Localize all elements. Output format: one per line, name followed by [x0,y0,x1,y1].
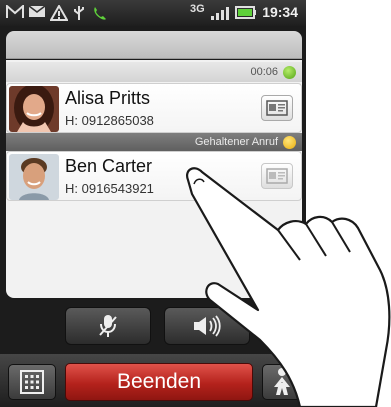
status-bar: 3G 19:34 [0,0,306,26]
held-call-status-row: Gehaltener Anruf [6,133,302,151]
held-call-label: Gehaltener Anruf [194,136,278,148]
dialpad-button[interactable] [8,364,56,400]
network-3g-icon: 3G [190,3,205,15]
status-time: 19:34 [262,4,298,20]
caller-number: H: 0912865038 [65,113,154,128]
call-header [6,31,302,59]
dialpad-icon [20,370,44,394]
usb-icon [72,5,86,21]
active-status-dot [283,66,296,79]
active-call-status-row: 00:06 [6,62,302,82]
mute-button[interactable] [65,307,151,345]
warning-icon [49,3,69,21]
call-timer: 00:06 [250,66,278,78]
caller-number: H: 0916543921 [65,181,154,196]
signal-icon [210,5,230,21]
call-active-icon [92,5,110,21]
held-status-dot [283,136,296,149]
avatar [9,86,59,132]
avatar [9,154,59,200]
gmail-icon [6,3,24,21]
microphone-mute-icon [99,315,117,337]
message-icon [28,5,46,21]
caller-name: Alisa Pritts [65,88,151,108]
contact-card-button[interactable] [261,95,293,121]
hand-illustration [186,167,391,407]
battery-icon [235,5,257,21]
caller-name: Ben Carter [65,156,153,176]
contact-card-icon [266,100,288,116]
active-call-card[interactable]: Alisa Pritts H: 0912865038 [6,83,302,133]
